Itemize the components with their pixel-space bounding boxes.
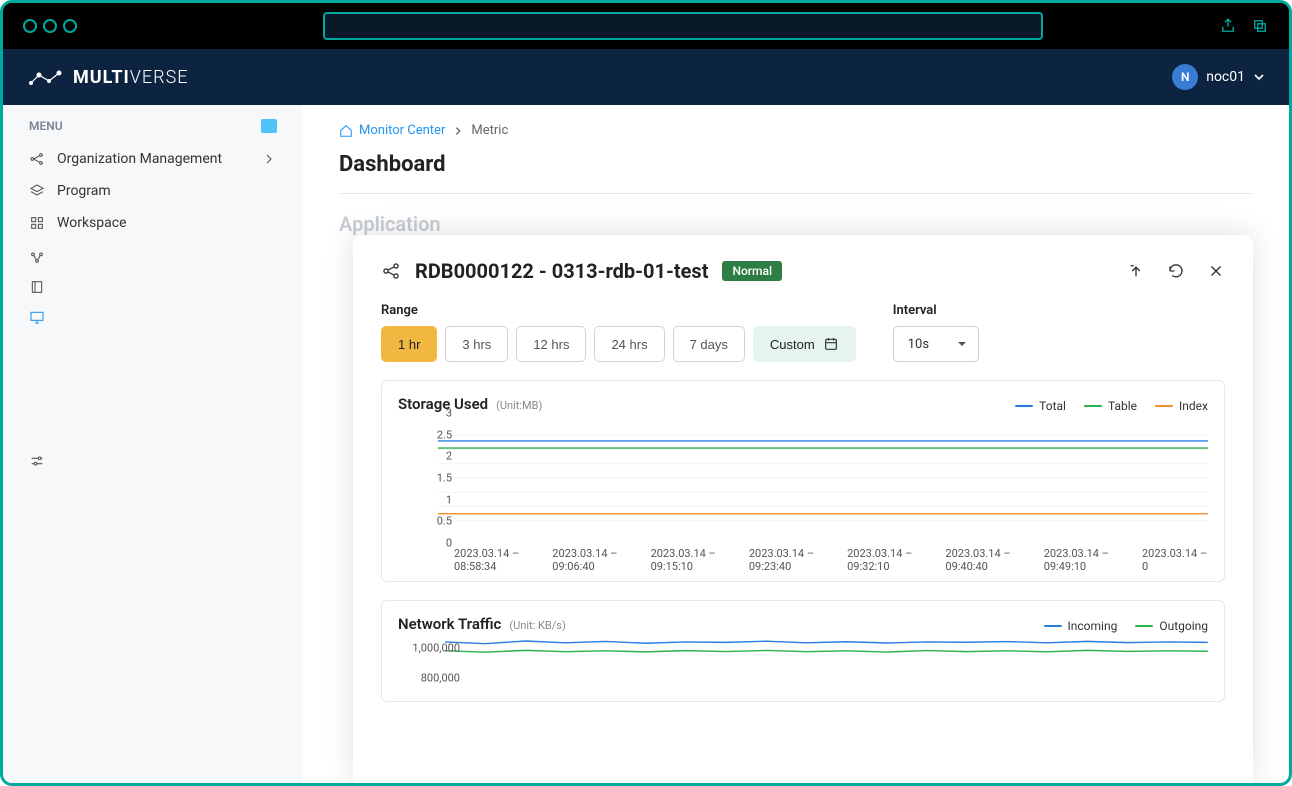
network-icon [29,151,45,167]
range-buttons: 1 hr 3 hrs 12 hrs 24 hrs 7 days Custom [381,326,856,362]
window-dot [43,19,57,33]
storage-chart-card: Storage Used (Unit:MB) Total Table Index… [381,380,1225,582]
cluster-icon[interactable] [29,249,45,265]
grid-icon [29,215,45,231]
panel-title: RDB0000122 - 0313-rdb-01-test [415,259,708,283]
brand-logo[interactable]: MULTIVERSE [27,67,188,88]
divider [339,193,1253,194]
status-badge: Normal [722,261,782,281]
x-axis-ticks: 2023.03.14 – 08:58:342023.03.14 – 09:06:… [398,543,1208,573]
brand-name: MULTIVERSE [73,67,188,88]
monitor-icon[interactable] [29,309,45,325]
menu-header: MENU [29,119,63,133]
sidebar: MENU Organization Management Program Wor… [3,105,303,783]
network-chart-card: Network Traffic (Unit: KB/s) Incoming Ou… [381,600,1225,702]
chart-legend: Total Table Index [1015,399,1208,413]
section-heading: Application [339,212,1253,236]
logo-mark-icon [27,67,63,87]
sidebar-item-label: Workspace [57,215,127,231]
user-name: noc01 [1206,69,1245,85]
browser-titlebar [3,3,1289,49]
share-icon[interactable] [1219,17,1237,35]
share-icon[interactable] [381,261,401,281]
chevron-down-icon [1253,71,1265,83]
close-icon[interactable] [1207,262,1225,280]
sidebar-item-org[interactable]: Organization Management [3,143,303,175]
home-icon [339,124,353,138]
breadcrumb-leaf: Metric [471,123,508,138]
page-title: Dashboard [339,152,1253,177]
chevron-right-icon [261,151,277,167]
window-dot [23,19,37,33]
storage-plot: 00.511.522.53 [398,413,1208,543]
chart-title: Network Traffic (Unit: KB/s) [398,615,566,633]
layers-icon [29,183,45,199]
chevron-right-icon [453,126,463,136]
avatar: N [1172,64,1198,90]
range-12hrs[interactable]: 12 hrs [516,326,586,362]
interval-select[interactable]: 10s [893,326,979,362]
content-area: Monitor Center Metric Dashboard Applicat… [303,105,1289,783]
book-icon[interactable] [29,279,45,295]
range-24hrs[interactable]: 24 hrs [594,326,664,362]
settings-icon[interactable] [29,453,45,469]
network-plot: 800,0001,000,000 [398,633,1208,693]
breadcrumb: Monitor Center Metric [339,123,1253,138]
user-menu[interactable]: N noc01 [1172,64,1265,90]
calendar-icon [823,336,839,352]
breadcrumb-root[interactable]: Monitor Center [339,123,445,138]
range-3hrs[interactable]: 3 hrs [445,326,508,362]
interval-label: Interval [893,303,979,318]
chart-legend: Incoming Outgoing [1044,619,1209,633]
url-bar[interactable] [323,12,1043,40]
metric-panel: RDB0000122 - 0313-rdb-01-test Normal Ran… [353,235,1253,783]
sidebar-item-program[interactable]: Program [3,175,303,207]
refresh-icon[interactable] [1167,262,1185,280]
range-label: Range [381,303,856,318]
window-dot [63,19,77,33]
range-1hr[interactable]: 1 hr [381,326,437,362]
upload-icon[interactable] [1127,262,1145,280]
range-7days[interactable]: 7 days [673,326,745,362]
sidebar-item-label: Organization Management [57,151,222,167]
sidebar-collapse-button[interactable] [261,119,277,133]
sidebar-item-label: Program [57,183,111,199]
duplicate-icon[interactable] [1251,17,1269,35]
app-header: MULTIVERSE N noc01 [3,49,1289,105]
range-custom[interactable]: Custom [753,326,856,362]
sidebar-item-workspace[interactable]: Workspace [3,207,303,239]
